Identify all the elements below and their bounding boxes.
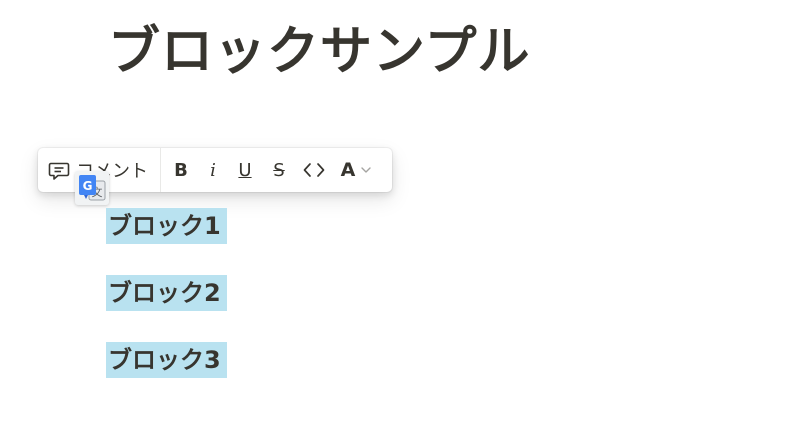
google-translate-button[interactable]: 文 G [75,171,109,205]
text-color-label: A [340,159,356,181]
text-block[interactable]: ブロック1 [106,208,227,244]
inline-code-button[interactable] [296,148,332,192]
editor-page: ブロックサンプル コメント B i U S A 文 G ブロック1 ブロック2 … [0,0,800,447]
chevron-down-icon [361,166,372,174]
strikethrough-button[interactable]: S [262,148,296,192]
page-title[interactable]: ブロックサンプル [108,14,530,90]
bold-button[interactable]: B [164,148,198,192]
italic-button[interactable]: i [198,148,228,192]
text-block[interactable]: ブロック3 [106,342,227,378]
svg-text:G: G [83,179,93,193]
code-brackets-icon [303,162,325,178]
comment-bubble-icon [48,159,70,181]
text-block[interactable]: ブロック2 [106,275,227,311]
google-translate-icon: 文 G [79,175,106,201]
text-color-button[interactable]: A [332,148,380,192]
toolbar-divider [160,148,161,192]
underline-button[interactable]: U [228,148,262,192]
